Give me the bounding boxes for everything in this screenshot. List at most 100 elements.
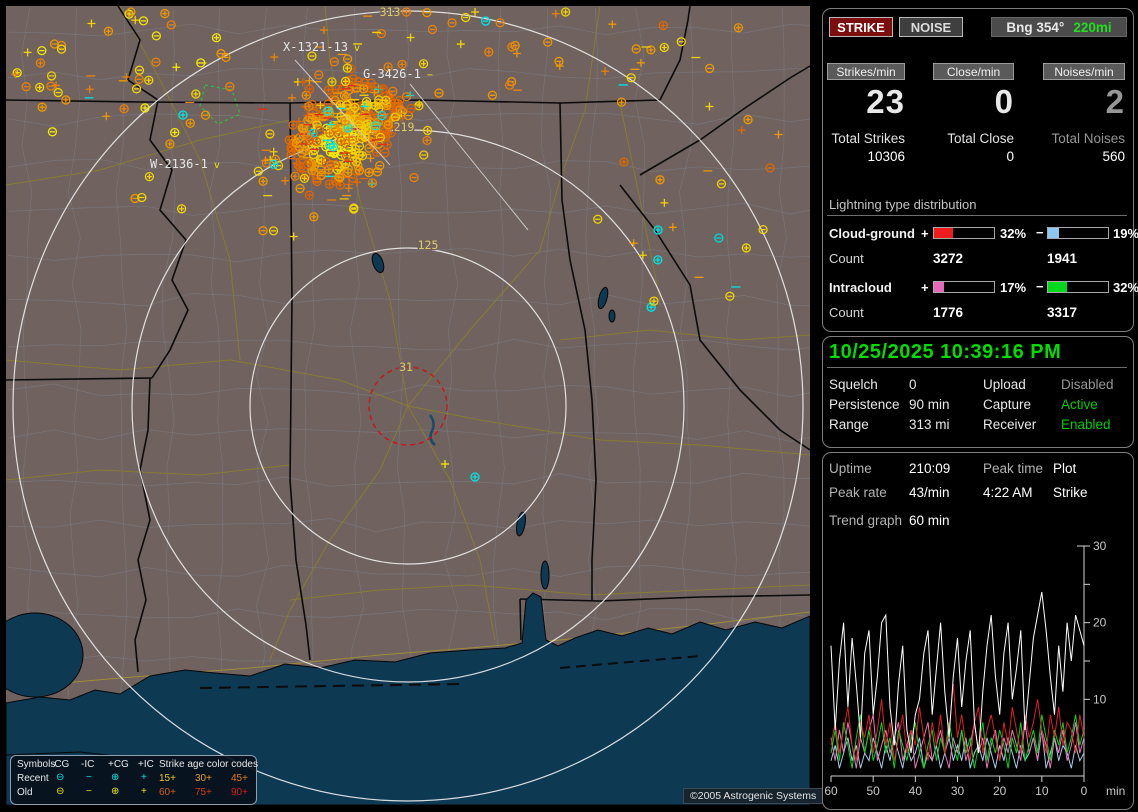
- peak-rate-value: 43/min: [909, 485, 950, 500]
- strike-symbol-glyph: +: [141, 786, 147, 797]
- strike-toggle-button[interactable]: STRIKE: [829, 17, 893, 37]
- peak-time-label: Peak time: [983, 461, 1043, 476]
- app-window: { "app": {"copyright": "©2005 Astrogenic…: [0, 0, 1138, 812]
- cg-neg-pct: 19%: [1113, 226, 1138, 241]
- age-code: 30+: [195, 773, 212, 784]
- legend-header: +CG: [108, 759, 129, 770]
- cg-pos-bar: [933, 227, 995, 239]
- svg-text:30: 30: [951, 784, 965, 798]
- upload-label: Upload: [983, 377, 1026, 392]
- strike-symbol-glyph: +: [141, 772, 147, 783]
- svg-text:60: 60: [824, 784, 838, 798]
- persistence-value: 90 min: [909, 397, 950, 412]
- total-noises-value: 560: [1033, 149, 1125, 164]
- ic-pos-pct: 17%: [1000, 280, 1026, 295]
- trend-graph: 1020306050403020100min: [823, 539, 1131, 805]
- noises-per-min-value: 2: [1043, 83, 1125, 121]
- strike-symbol-glyph: ⊖: [56, 786, 64, 797]
- strike-symbol-glyph: −: [86, 772, 92, 783]
- range-label: Range: [829, 417, 869, 432]
- persistence-label: Persistence: [829, 397, 900, 412]
- total-close-value: 0: [923, 149, 1014, 164]
- noises-per-min-chip[interactable]: Noises/min: [1043, 63, 1125, 80]
- svg-text:0: 0: [1081, 784, 1088, 798]
- peak-time-value: 4:22 AM: [983, 485, 1033, 500]
- legend-header: -CG: [51, 759, 69, 770]
- bearing-display: Bng 354° 220mi: [991, 17, 1127, 37]
- cg-neg-count: 1941: [1047, 251, 1077, 266]
- divider: [827, 367, 1127, 368]
- trend-graph-value: 60 min: [909, 513, 950, 528]
- squelch-value: 0: [909, 377, 917, 392]
- status-panel: 10/25/2025 10:39:16 PM Squelch 0 Upload …: [822, 336, 1134, 448]
- upload-state: Disabled: [1061, 377, 1114, 392]
- legend-header: -IC: [81, 759, 94, 770]
- total-noises-label: Total Noises: [1033, 131, 1125, 146]
- storm-cell-label: G-3426-1 −: [363, 67, 433, 81]
- cg-pos-count: 3272: [933, 251, 963, 266]
- strike-symbol-glyph: ⊕: [111, 786, 119, 797]
- ring-distance-label: 313: [380, 5, 401, 19]
- map-legend: Symbols-CG-IC+CG+ICStrike age color code…: [10, 755, 257, 805]
- legend-header: Symbols: [17, 759, 55, 770]
- minus-sign: −: [1036, 225, 1044, 240]
- capture-state: Active: [1061, 397, 1098, 412]
- range-value: 313 mi: [909, 417, 950, 432]
- cg-pos-pct: 32%: [1000, 226, 1026, 241]
- minus-sign: −: [1036, 279, 1044, 294]
- noise-toggle-button[interactable]: NOISE: [899, 17, 963, 37]
- bearing-value: Bng 354°: [1006, 20, 1064, 35]
- bearing-distance: 220mi: [1073, 20, 1111, 35]
- trend-series: [831, 684, 1084, 761]
- stats-panel: STRIKE NOISE Bng 354° 220mi Strikes/min …: [822, 8, 1134, 332]
- intracloud-label: Intracloud: [829, 280, 892, 295]
- age-code: 90+: [231, 787, 248, 798]
- count-label: Count: [829, 251, 864, 266]
- strike-symbol-glyph: −: [86, 786, 92, 797]
- trend-graph-label: Trend graph: [829, 513, 902, 528]
- receiver-state: Enabled: [1061, 417, 1111, 432]
- ring-distance-label: 31: [399, 360, 413, 374]
- squelch-label: Squelch: [829, 377, 878, 392]
- divider: [827, 215, 1127, 216]
- strike-map[interactable]: X-1321-13 vG-3426-1 − W-2136-1 v 313 219 12…: [0, 0, 818, 812]
- count-label: Count: [829, 305, 864, 320]
- svg-text:30: 30: [1093, 539, 1107, 553]
- ring-distance-label: 125: [418, 238, 439, 252]
- plot-label: Plot: [1053, 461, 1076, 476]
- session-panel: Uptime 210:09 Peak time Plot Peak rate 4…: [822, 452, 1134, 810]
- svg-text:min: min: [1106, 784, 1125, 798]
- ring-distance-label: 219: [394, 120, 415, 134]
- age-code: 45+: [231, 773, 248, 784]
- age-code: 15+: [159, 773, 176, 784]
- strikes-per-min-value: 23: [827, 83, 905, 121]
- storm-cell-label: X-1321-13 v: [283, 40, 360, 54]
- receiver-label: Receiver: [983, 417, 1036, 432]
- strikes-per-min-chip[interactable]: Strikes/min: [827, 63, 905, 80]
- datetime-display: 10/25/2025 10:39:16 PM: [829, 341, 1061, 364]
- uptime-value: 210:09: [909, 461, 950, 476]
- svg-text:20: 20: [993, 784, 1007, 798]
- plus-sign: +: [921, 280, 929, 295]
- svg-text:10: 10: [1093, 692, 1107, 706]
- ic-neg-pct: 32%: [1113, 280, 1138, 295]
- legend-row-label: Old: [17, 787, 33, 798]
- close-per-min-chip[interactable]: Close/min: [933, 63, 1014, 80]
- ic-pos-count: 1776: [933, 305, 963, 320]
- svg-text:10: 10: [1035, 784, 1049, 798]
- svg-text:40: 40: [909, 784, 923, 798]
- distribution-title: Lightning type distribution: [829, 197, 976, 212]
- uptime-label: Uptime: [829, 461, 872, 476]
- strike-symbol-glyph: ⊕: [111, 772, 119, 783]
- storm-cell-label: W-2136-1 v: [150, 157, 220, 171]
- age-code: 75+: [195, 787, 212, 798]
- total-strikes-value: 10306: [823, 149, 905, 164]
- cg-neg-bar: [1047, 227, 1109, 239]
- ic-pos-bar: [933, 281, 995, 293]
- plot-mode-value: Strike: [1053, 485, 1088, 500]
- legend-row-label: Recent: [17, 773, 49, 784]
- copyright-badge: ©2005 Astrogenic Systems: [683, 788, 823, 804]
- peak-rate-label: Peak rate: [829, 485, 887, 500]
- total-strikes-label: Total Strikes: [823, 131, 905, 146]
- svg-text:20: 20: [1093, 616, 1107, 630]
